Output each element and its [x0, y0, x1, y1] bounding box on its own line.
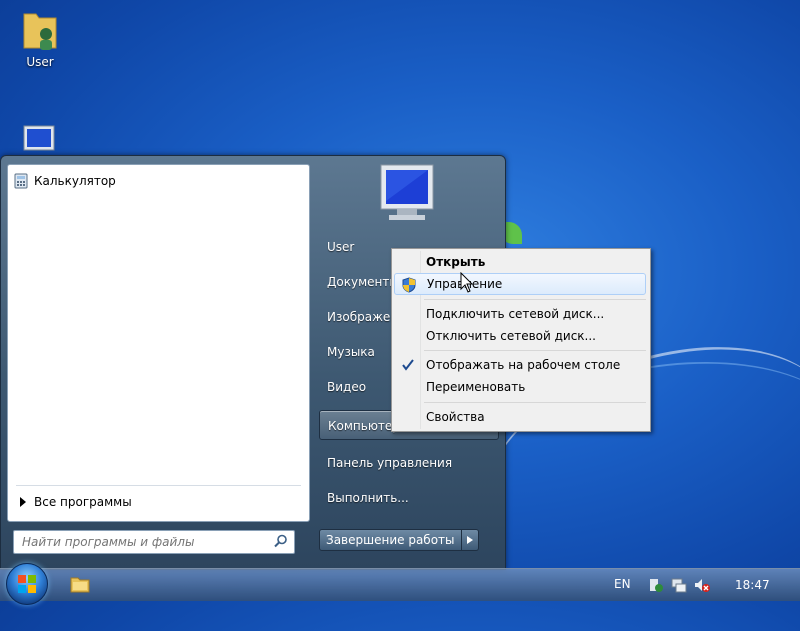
search-box[interactable] [13, 530, 295, 554]
programs-divider [16, 485, 301, 486]
start-item-label: Документы [327, 275, 399, 289]
ctx-map-drive[interactable]: Подключить сетевой диск... [394, 303, 646, 325]
start-item-run[interactable]: Выполнить... [319, 483, 499, 513]
triangle-right-icon [20, 497, 26, 507]
language-indicator[interactable]: EN [614, 577, 631, 591]
all-programs-label: Все программы [34, 495, 132, 509]
ctx-label: Отображать на рабочем столе [426, 358, 621, 372]
start-item-label: Компьютер [328, 419, 400, 433]
program-calculator[interactable]: Калькулятор [14, 171, 116, 191]
volume-muted-icon[interactable] [694, 577, 710, 593]
start-button[interactable] [6, 563, 48, 605]
ctx-separator [424, 350, 646, 351]
uac-shield-icon [402, 277, 416, 293]
program-label: Калькулятор [34, 174, 116, 188]
ctx-open[interactable]: Открыть [394, 251, 646, 273]
shutdown-group: Завершение работы [319, 529, 479, 551]
action-center-icon[interactable] [648, 577, 664, 593]
checkmark-icon [402, 359, 414, 371]
explorer-icon[interactable] [70, 575, 90, 593]
ctx-label: Свойства [426, 410, 485, 424]
search-icon[interactable] [274, 534, 288, 548]
start-item-label: Панель управления [327, 456, 453, 470]
ctx-label: Открыть [426, 255, 486, 269]
all-programs-button[interactable]: Все программы [20, 495, 132, 509]
start-item-label: Выполнить... [327, 491, 409, 505]
desktop-icon-label: User [26, 55, 54, 69]
chevron-right-icon [466, 536, 473, 544]
programs-pane: Калькулятор Все программы [7, 164, 310, 522]
shutdown-button[interactable]: Завершение работы [319, 529, 462, 551]
ctx-manage[interactable]: Управление [394, 273, 646, 295]
taskbar: EN 18:47 [0, 563, 800, 605]
ctx-label: Подключить сетевой диск... [426, 307, 605, 321]
user-folder-icon [23, 13, 57, 50]
search-input[interactable] [20, 531, 264, 553]
start-item-label: Видео [327, 380, 367, 394]
calculator-icon [14, 173, 28, 189]
ctx-label: Переименовать [426, 380, 526, 394]
clock[interactable]: 18:47 [735, 578, 770, 592]
computer-picture-icon [380, 164, 434, 220]
start-item-label: Музыка [327, 345, 375, 359]
desktop-icon-user[interactable]: User [8, 6, 72, 69]
context-menu: Открыть Управление Подключить сетевой ди… [391, 248, 651, 432]
network-icon[interactable] [671, 577, 687, 593]
mouse-cursor-icon [460, 272, 474, 293]
ctx-label: Отключить сетевой диск... [426, 329, 596, 343]
windows-logo-icon [18, 575, 36, 593]
ctx-separator [424, 402, 646, 403]
ctx-rename[interactable]: Переименовать [394, 376, 646, 398]
shutdown-options-button[interactable] [461, 529, 479, 551]
computer-icon [23, 125, 55, 151]
start-item-control-panel[interactable]: Панель управления [319, 448, 499, 478]
ctx-separator [424, 299, 646, 300]
ctx-disconnect-drive[interactable]: Отключить сетевой диск... [394, 325, 646, 347]
ctx-show-on-desktop[interactable]: Отображать на рабочем столе [394, 354, 646, 376]
start-item-label: User [327, 240, 355, 254]
ctx-properties[interactable]: Свойства [394, 406, 646, 428]
